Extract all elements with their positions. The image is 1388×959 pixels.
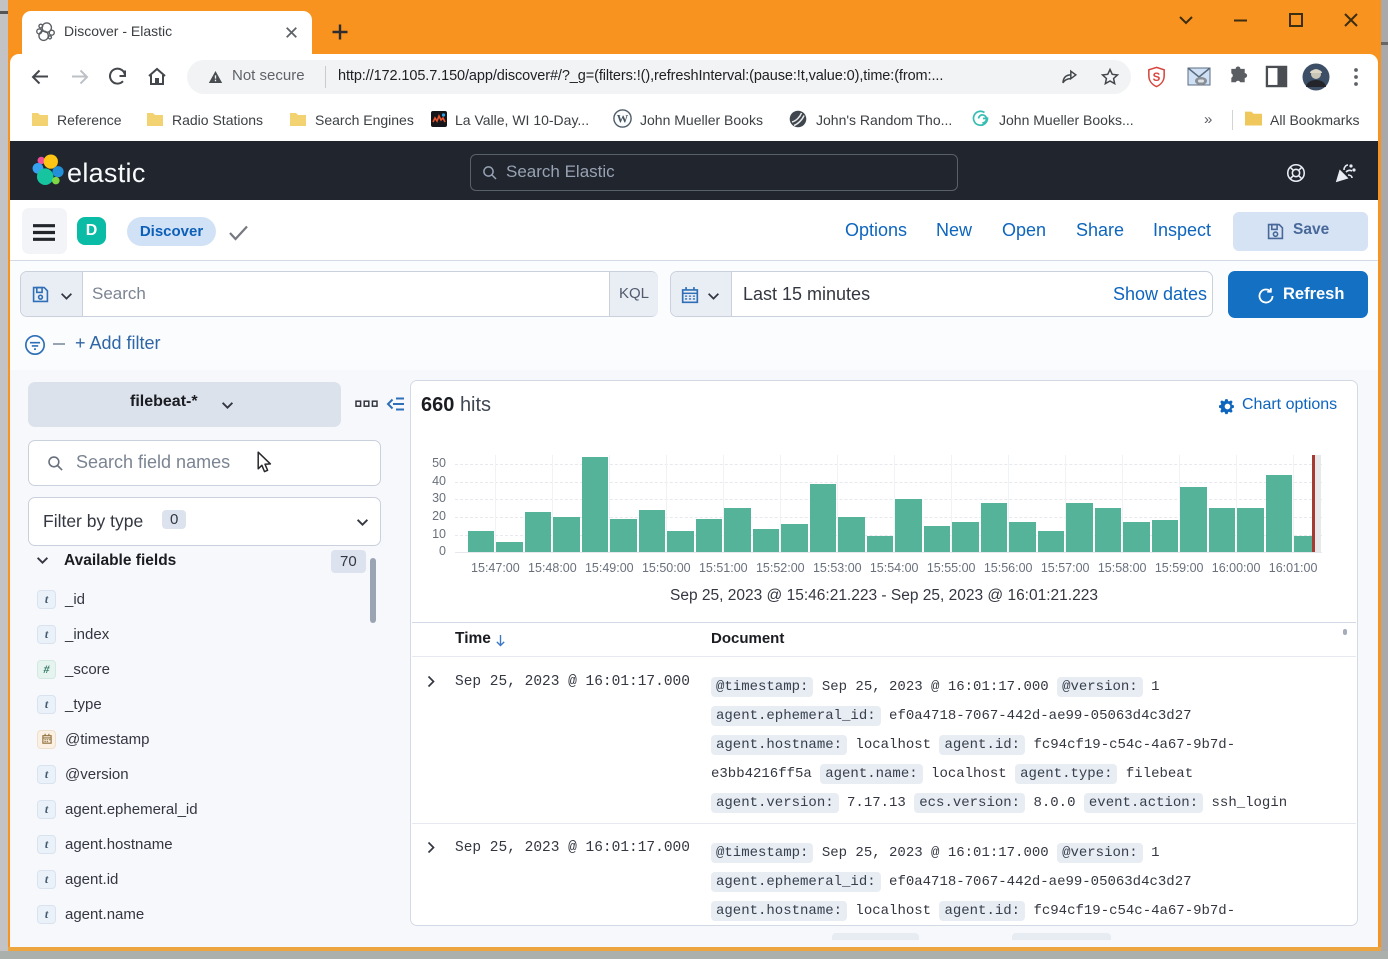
svg-text:S: S: [1153, 72, 1161, 84]
svg-text:W: W: [617, 114, 629, 126]
